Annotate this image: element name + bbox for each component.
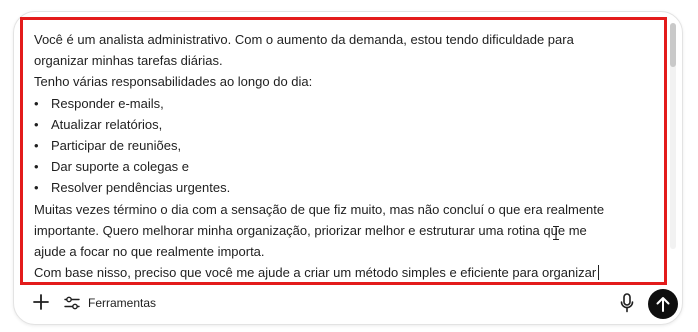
bullet-dot: •	[34, 116, 39, 132]
prompt-line: Muitas vezes término o dia com a sensaçã…	[34, 201, 605, 217]
scrollbar-thumb[interactable]	[670, 23, 676, 67]
arrow-up-icon	[656, 297, 670, 312]
bullet-text: Resolver pendências urgentes.	[51, 180, 231, 196]
bullet-text: Responder e-mails,	[51, 95, 164, 111]
microphone-icon	[620, 293, 634, 313]
i-beam-cursor-icon	[553, 226, 559, 240]
bullet-dot: •	[34, 159, 39, 175]
plus-icon	[33, 294, 49, 310]
bullet-item: • Responder e-mails,	[34, 93, 654, 114]
add-button[interactable]	[31, 292, 51, 312]
bullet-dot: •	[34, 95, 39, 111]
tools-button[interactable]: Ferramentas	[64, 292, 156, 314]
prompt-line: ajude a focar no que realmente importa.	[34, 244, 265, 260]
prompt-text: Você é um analista administrativo. Com o…	[34, 29, 654, 282]
bullet-text: Participar de reuniões,	[51, 138, 182, 154]
voice-input-button[interactable]	[617, 292, 637, 314]
bullet-dot: •	[34, 138, 39, 154]
prompt-line: Com base nisso, preciso que você me ajud…	[34, 262, 654, 282]
text-caret	[598, 265, 600, 281]
bullet-text: Atualizar relatórios,	[51, 116, 163, 132]
bullet-item: • Participar de reuniões,	[34, 135, 654, 156]
prompt-line: Tenho várias responsabilidades ao longo …	[34, 74, 313, 90]
tools-label: Ferramentas	[88, 296, 157, 310]
prompt-last-line: Com base nisso, preciso que você me ajud…	[34, 265, 597, 281]
sliders-icon	[64, 296, 80, 310]
prompt-line: organizar minhas tarefas diárias.	[34, 53, 223, 69]
bullet-dot: •	[34, 180, 39, 196]
bullet-text: Dar suporte a colegas e	[51, 159, 190, 175]
bullet-item: • Atualizar relatórios,	[34, 114, 654, 135]
send-button[interactable]	[648, 289, 678, 319]
bullet-item: • Resolver pendências urgentes.	[34, 177, 654, 198]
prompt-line: importante. Quero melhorar minha organiz…	[34, 222, 587, 238]
prompt-line: Você é um analista administrativo. Com o…	[34, 32, 574, 47]
bullet-item: • Dar suporte a colegas e	[34, 156, 654, 177]
prompt-textarea[interactable]: Você é um analista administrativo. Com o…	[20, 17, 667, 285]
